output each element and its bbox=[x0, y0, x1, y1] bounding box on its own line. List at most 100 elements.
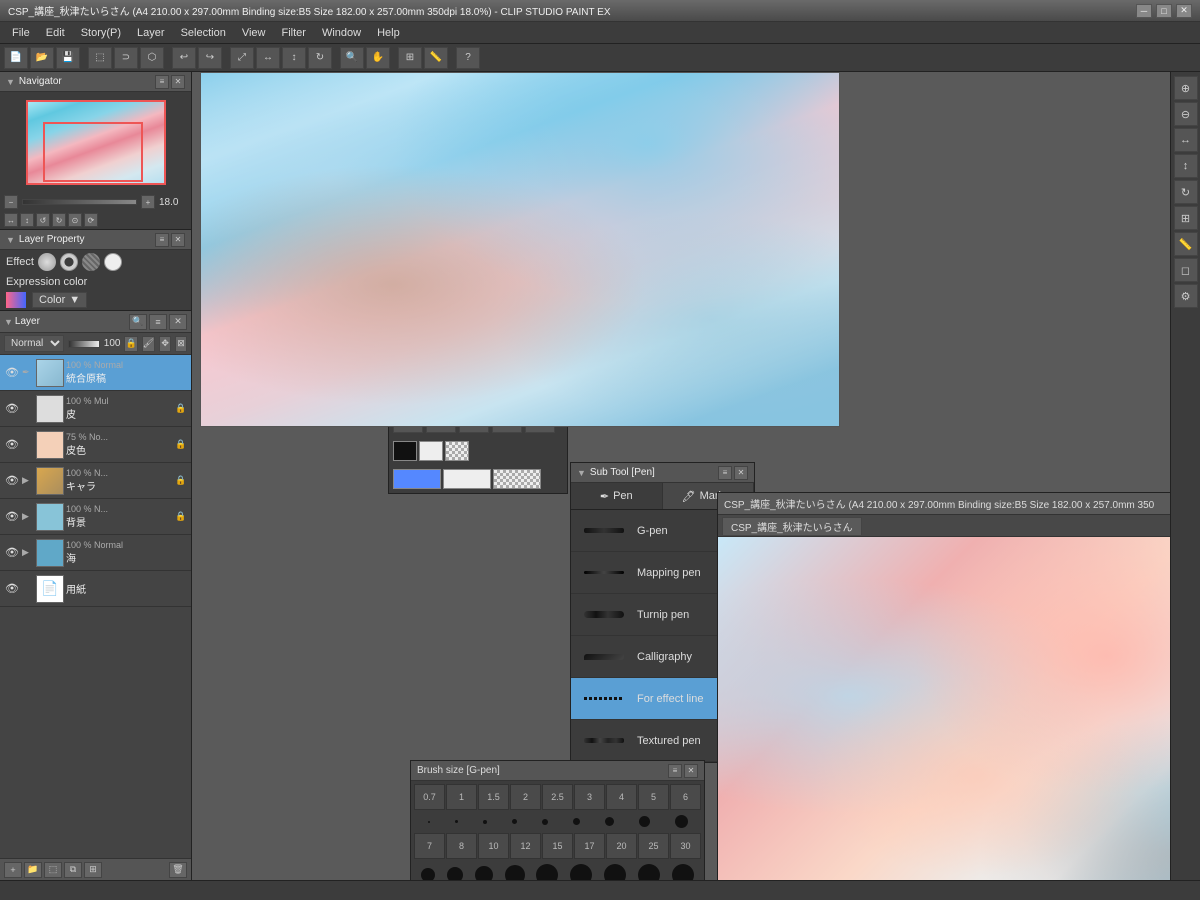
effect-white-icon[interactable] bbox=[104, 253, 122, 271]
save-button[interactable]: 💾 bbox=[56, 47, 80, 69]
bs-dot[interactable] bbox=[512, 819, 517, 824]
add-group-button[interactable]: 📁 bbox=[24, 862, 42, 878]
main-canvas-window[interactable] bbox=[200, 72, 840, 427]
foreground-black[interactable] bbox=[393, 441, 417, 461]
new-button[interactable]: 📄 bbox=[4, 47, 28, 69]
layer-eye-toggle[interactable]: 👁 bbox=[4, 581, 20, 597]
hand-button[interactable]: ✋ bbox=[366, 47, 390, 69]
menu-story[interactable]: Story(P) bbox=[73, 25, 129, 41]
navigator-thumbnail[interactable] bbox=[26, 100, 166, 185]
rotate-right-button[interactable]: ↻ bbox=[52, 213, 66, 227]
layer-search-button[interactable]: 🔍 bbox=[129, 314, 147, 330]
layer-item[interactable]: 👁 75 % No... 皮色 🔒 bbox=[0, 427, 191, 463]
navigator-close[interactable]: ✕ bbox=[171, 75, 185, 89]
lock-all-button[interactable]: ⊠ bbox=[175, 336, 187, 352]
bs-dot[interactable] bbox=[455, 820, 458, 823]
brush-size-close[interactable]: ✕ bbox=[684, 764, 698, 778]
transparent-swatch[interactable] bbox=[493, 469, 541, 489]
layer-item[interactable]: 👁 ✒ 100 % Normal 統合原稿 bbox=[0, 355, 191, 391]
bs-dot[interactable] bbox=[604, 864, 626, 880]
zoom-button[interactable]: 🔍 bbox=[340, 47, 364, 69]
ruler-button[interactable]: 📏 bbox=[424, 47, 448, 69]
navigator-menu[interactable]: ≡ bbox=[155, 75, 169, 89]
maximize-button[interactable]: □ bbox=[1156, 4, 1172, 18]
flip-h-nav-button[interactable]: ↔ bbox=[4, 213, 18, 227]
brush-size-menu[interactable]: ≡ bbox=[668, 764, 682, 778]
layer-group-arrow[interactable]: ▶ bbox=[22, 475, 34, 486]
layer-prop-close[interactable]: ✕ bbox=[171, 233, 185, 247]
layer-eye-toggle[interactable]: 👁 bbox=[4, 401, 20, 417]
bs-dot[interactable] bbox=[447, 867, 463, 880]
bs-dot[interactable] bbox=[475, 866, 493, 880]
menu-help[interactable]: Help bbox=[369, 25, 408, 41]
menu-window[interactable]: Window bbox=[314, 25, 369, 41]
secondary-canvas-artwork[interactable] bbox=[718, 537, 1170, 880]
undo-button[interactable]: ↩ bbox=[172, 47, 196, 69]
redo-button[interactable]: ↪ bbox=[198, 47, 222, 69]
select-tool-button[interactable]: ⬚ bbox=[88, 47, 112, 69]
rt-rotate[interactable]: ↻ bbox=[1174, 180, 1198, 204]
menu-layer[interactable]: Layer bbox=[129, 25, 173, 41]
canvas-artwork[interactable] bbox=[200, 72, 840, 427]
flip-v-nav-button[interactable]: ↕ bbox=[20, 213, 34, 227]
bs-dot[interactable] bbox=[542, 819, 548, 825]
bs-dot[interactable] bbox=[428, 821, 430, 823]
zoom-out-icon[interactable]: − bbox=[4, 195, 18, 209]
minimize-button[interactable]: ─ bbox=[1136, 4, 1152, 18]
effect-ring-icon[interactable] bbox=[60, 253, 78, 271]
transform-button[interactable]: ⤢ bbox=[230, 47, 254, 69]
layer-group-arrow[interactable]: ▶ bbox=[22, 547, 34, 558]
tab-pen[interactable]: ✒ Pen bbox=[571, 483, 663, 509]
layer-item[interactable]: 👁 100 % Mul 皮 🔒 bbox=[0, 391, 191, 427]
rt-flip-h[interactable]: ↔ bbox=[1174, 128, 1198, 152]
bs-dot[interactable] bbox=[638, 864, 660, 880]
menu-file[interactable]: File bbox=[4, 25, 38, 41]
effect-circle-icon[interactable] bbox=[38, 253, 56, 271]
layer-item[interactable]: 👁 📄 用紙 bbox=[0, 571, 191, 607]
bs-dot[interactable] bbox=[573, 818, 580, 825]
lasso-tool-button[interactable]: ⊃ bbox=[114, 47, 138, 69]
layer-eye-toggle[interactable]: 👁 bbox=[4, 437, 20, 453]
bs-dot[interactable] bbox=[605, 817, 614, 826]
menu-selection[interactable]: Selection bbox=[173, 25, 234, 41]
bs-dot[interactable] bbox=[675, 815, 688, 828]
bs-dot[interactable] bbox=[570, 864, 592, 880]
secondary-color-swatch[interactable] bbox=[443, 469, 491, 489]
rotate-left-button[interactable]: ↺ bbox=[36, 213, 50, 227]
menu-filter[interactable]: Filter bbox=[274, 25, 314, 41]
add-mask-button[interactable]: ⬚ bbox=[44, 862, 62, 878]
zoom-in-icon[interactable]: + bbox=[141, 195, 155, 209]
lock-transparent-button[interactable]: 🔒 bbox=[124, 336, 137, 352]
rt-zoom-in[interactable]: ⊕ bbox=[1174, 76, 1198, 100]
menu-edit[interactable]: Edit bbox=[38, 25, 73, 41]
help-button[interactable]: ? bbox=[456, 47, 480, 69]
rt-ruler[interactable]: 📏 bbox=[1174, 232, 1198, 256]
rt-zoom-out[interactable]: ⊖ bbox=[1174, 102, 1198, 126]
rt-light[interactable]: ◻ bbox=[1174, 258, 1198, 282]
lock-move-button[interactable]: ✥ bbox=[159, 336, 171, 352]
flip-v-button[interactable]: ↕ bbox=[282, 47, 306, 69]
grid-button[interactable]: ⊞ bbox=[398, 47, 422, 69]
layer-menu-button[interactable]: ≡ bbox=[149, 314, 167, 330]
merge-layer-button[interactable]: ⊞ bbox=[84, 862, 102, 878]
rt-flip-v[interactable]: ↕ bbox=[1174, 154, 1198, 178]
layer-close-button[interactable]: ✕ bbox=[169, 314, 187, 330]
rt-grid[interactable]: ⊞ bbox=[1174, 206, 1198, 230]
blend-mode-select[interactable]: Normal Multiply Screen bbox=[4, 335, 64, 352]
menu-view[interactable]: View bbox=[234, 25, 274, 41]
background-white[interactable] bbox=[419, 441, 443, 461]
bs-dot[interactable] bbox=[483, 820, 487, 824]
layer-item[interactable]: 👁 ▶ 100 % N... キャラ 🔒 bbox=[0, 463, 191, 499]
open-button[interactable]: 📂 bbox=[30, 47, 54, 69]
rt-settings[interactable]: ⚙ bbox=[1174, 284, 1198, 308]
layer-item[interactable]: 👁 ▶ 100 % N... 背景 🔒 bbox=[0, 499, 191, 535]
close-button[interactable]: ✕ bbox=[1176, 4, 1192, 18]
subtool-menu[interactable]: ≡ bbox=[718, 466, 732, 480]
active-color-swatch[interactable] bbox=[393, 469, 441, 489]
polyselect-button[interactable]: ⬡ bbox=[140, 47, 164, 69]
rotate-button[interactable]: ↻ bbox=[308, 47, 332, 69]
subtool-close[interactable]: ✕ bbox=[734, 466, 748, 480]
layer-eye-toggle[interactable]: 👁 bbox=[4, 473, 20, 489]
lock-paint-button[interactable]: 🖌 bbox=[142, 336, 155, 352]
transparent-checker[interactable] bbox=[445, 441, 469, 461]
